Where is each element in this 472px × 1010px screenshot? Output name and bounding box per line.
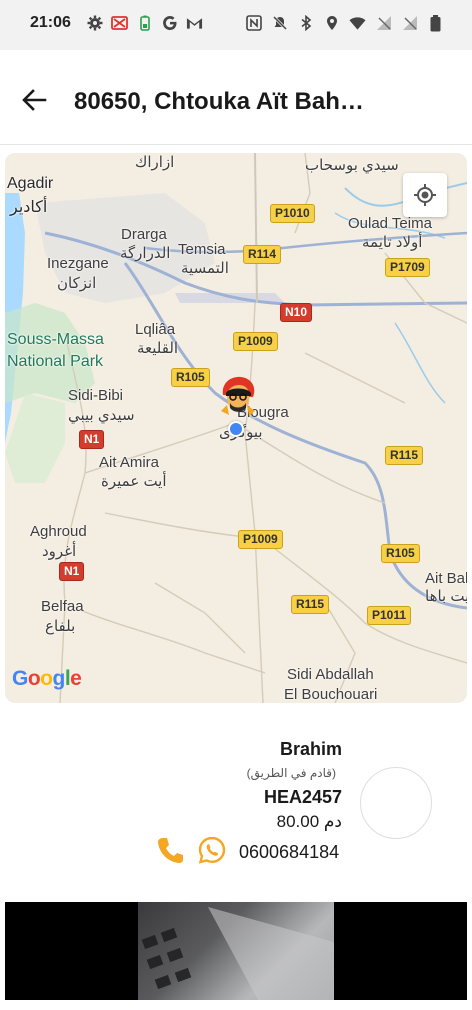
- vehicle-plate: HEA2457: [263, 787, 342, 807]
- map-label: سيدي بيبي: [68, 407, 135, 424]
- map-label: Ait Bah: [425, 570, 467, 587]
- phone-icon[interactable]: [155, 835, 185, 870]
- map-label: سيدي بوسحاب: [305, 157, 399, 174]
- map-label: Agadir: [7, 175, 54, 192]
- nfc-icon: [245, 14, 262, 32]
- map-label: Temsia: [178, 241, 226, 258]
- map-label: ازاراك: [135, 154, 175, 171]
- status-left-icons: [86, 14, 203, 32]
- map-label: Oulad Teima: [348, 215, 432, 232]
- map-label: Ait Amira: [99, 454, 160, 471]
- map-label: Inezgane: [47, 255, 109, 272]
- map-label: أغرود: [42, 543, 77, 560]
- crossed-app-icon: [111, 14, 128, 32]
- map-label: أيت باها: [425, 588, 467, 605]
- status-right-icons: [245, 14, 444, 32]
- road-shield: P1011: [367, 606, 412, 625]
- google-attribution: Google: [12, 667, 82, 690]
- wifi-icon: [349, 14, 366, 32]
- map-label: أيت عميرة: [101, 473, 167, 490]
- map-label: El Bouchouari: [284, 686, 378, 703]
- driver-info-panel: Brahim (قادم في الطريق) HEA2457 80.00 دم…: [0, 730, 472, 895]
- status-bar: 21:06: [0, 0, 472, 50]
- user-location-dot: [228, 421, 244, 437]
- driver-name: Brahim: [279, 739, 342, 759]
- driver-marker-icon[interactable]: [217, 375, 259, 417]
- road-shield: R115: [291, 595, 330, 614]
- media-preview: [5, 902, 467, 1000]
- page-title: 80650, Chtouka Aït Bah…: [74, 88, 364, 115]
- arrow-back-icon: [22, 89, 47, 111]
- road-shield: R105: [381, 544, 420, 563]
- road-shield: R114: [243, 245, 282, 264]
- google-icon: [161, 14, 178, 32]
- map-label: Souss-Massa: [7, 331, 104, 348]
- driver-status: (قادم في الطريق): [246, 766, 336, 780]
- map-label: الدرارگة: [120, 245, 171, 262]
- battery-saver-icon: [136, 14, 153, 32]
- road-shield: P1009: [233, 332, 278, 351]
- bluetooth-icon: [297, 14, 314, 32]
- map-label: Sidi Abdallah: [287, 666, 374, 683]
- map-label: أكادير: [10, 199, 48, 216]
- map-label: Drarga: [121, 226, 167, 243]
- road-shield: P1010: [270, 204, 315, 223]
- map-label: Belfaa: [41, 598, 84, 615]
- header: 80650, Chtouka Aït Bah…: [0, 50, 472, 145]
- road-shield: R115: [385, 446, 424, 465]
- settings-icon: [86, 14, 103, 32]
- map-label: Sidi-Bibi: [68, 387, 124, 404]
- map-view[interactable]: ازاراك سيدي بوسحاب Agadir أكادير Oulad T…: [5, 153, 467, 703]
- map-label: انزكان: [57, 275, 97, 292]
- map-label: أولاد تايمة: [362, 234, 423, 251]
- battery-icon: [427, 14, 444, 32]
- my-location-button[interactable]: [403, 173, 447, 217]
- crosshair-icon: [414, 184, 436, 206]
- road-shield: P1709: [385, 258, 430, 277]
- back-button[interactable]: [18, 84, 50, 116]
- map-label: Lqliâa: [135, 321, 176, 338]
- mute-icon: [271, 14, 288, 32]
- map-label: بلفاع: [45, 618, 76, 635]
- map-label: القليعة: [137, 340, 179, 357]
- whatsapp-icon[interactable]: [197, 835, 227, 870]
- driver-phone[interactable]: 0600684184: [239, 842, 339, 863]
- road-shield: N1: [79, 430, 105, 449]
- map-label: Aghroud: [30, 523, 87, 540]
- camera-frame: [138, 902, 334, 1000]
- no-signal-icon: [401, 14, 418, 32]
- driver-avatar: [360, 767, 432, 839]
- road-shield: N10: [280, 303, 313, 322]
- no-signal-icon: [375, 14, 392, 32]
- map-label: التمسية: [181, 260, 229, 277]
- ride-price: 80.00 دم: [276, 812, 342, 831]
- contact-row: 0600684184: [155, 835, 339, 870]
- road-shield: R105: [171, 368, 210, 387]
- gmail-icon: [186, 14, 203, 32]
- status-time: 21:06: [30, 14, 71, 31]
- road-shield: P1009: [238, 530, 283, 549]
- road-shield: N1: [59, 562, 85, 581]
- map-label: National Park: [7, 353, 104, 370]
- location-icon: [323, 14, 340, 32]
